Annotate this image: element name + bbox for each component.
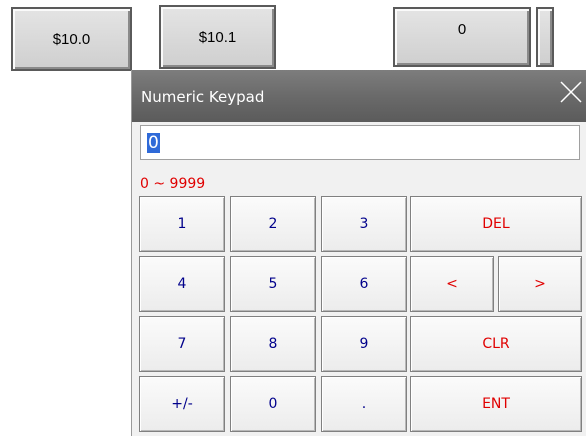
key-cursor-right[interactable]: > xyxy=(498,256,582,312)
key-1[interactable]: 1 xyxy=(139,196,225,252)
key-decimal[interactable]: . xyxy=(321,376,407,432)
key-9[interactable]: 9 xyxy=(321,316,407,372)
key-clr[interactable]: CLR xyxy=(410,316,582,372)
price-button-10-0[interactable]: $10.0 xyxy=(11,7,132,71)
key-cursor-left[interactable]: < xyxy=(410,256,494,312)
keypad-titlebar: Numeric Keypad xyxy=(132,70,586,122)
keypad-title: Numeric Keypad xyxy=(141,88,265,106)
key-0[interactable]: 0 xyxy=(230,376,316,432)
numeric-input-display[interactable]: 0 xyxy=(393,7,531,67)
key-2[interactable]: 2 xyxy=(230,196,316,252)
keypad-entry-field[interactable]: 0 xyxy=(140,125,580,160)
price-button-10-1[interactable]: $10.1 xyxy=(159,5,276,69)
numeric-keypad-dialog: Numeric Keypad 0 0 ~ 9999 1 2 3 DEL 4 5 … xyxy=(131,70,586,436)
key-6[interactable]: 6 xyxy=(321,256,407,312)
key-4[interactable]: 4 xyxy=(139,256,225,312)
close-icon[interactable] xyxy=(558,79,584,105)
key-8[interactable]: 8 xyxy=(230,316,316,372)
numeric-input-spin-button[interactable] xyxy=(536,7,554,67)
key-7[interactable]: 7 xyxy=(139,316,225,372)
key-3[interactable]: 3 xyxy=(321,196,407,252)
key-5[interactable]: 5 xyxy=(230,256,316,312)
entry-value: 0 xyxy=(147,132,160,153)
key-ent[interactable]: ENT xyxy=(410,376,582,432)
key-sign[interactable]: +/- xyxy=(139,376,225,432)
range-hint: 0 ~ 9999 xyxy=(140,176,206,192)
key-del[interactable]: DEL xyxy=(410,196,582,252)
